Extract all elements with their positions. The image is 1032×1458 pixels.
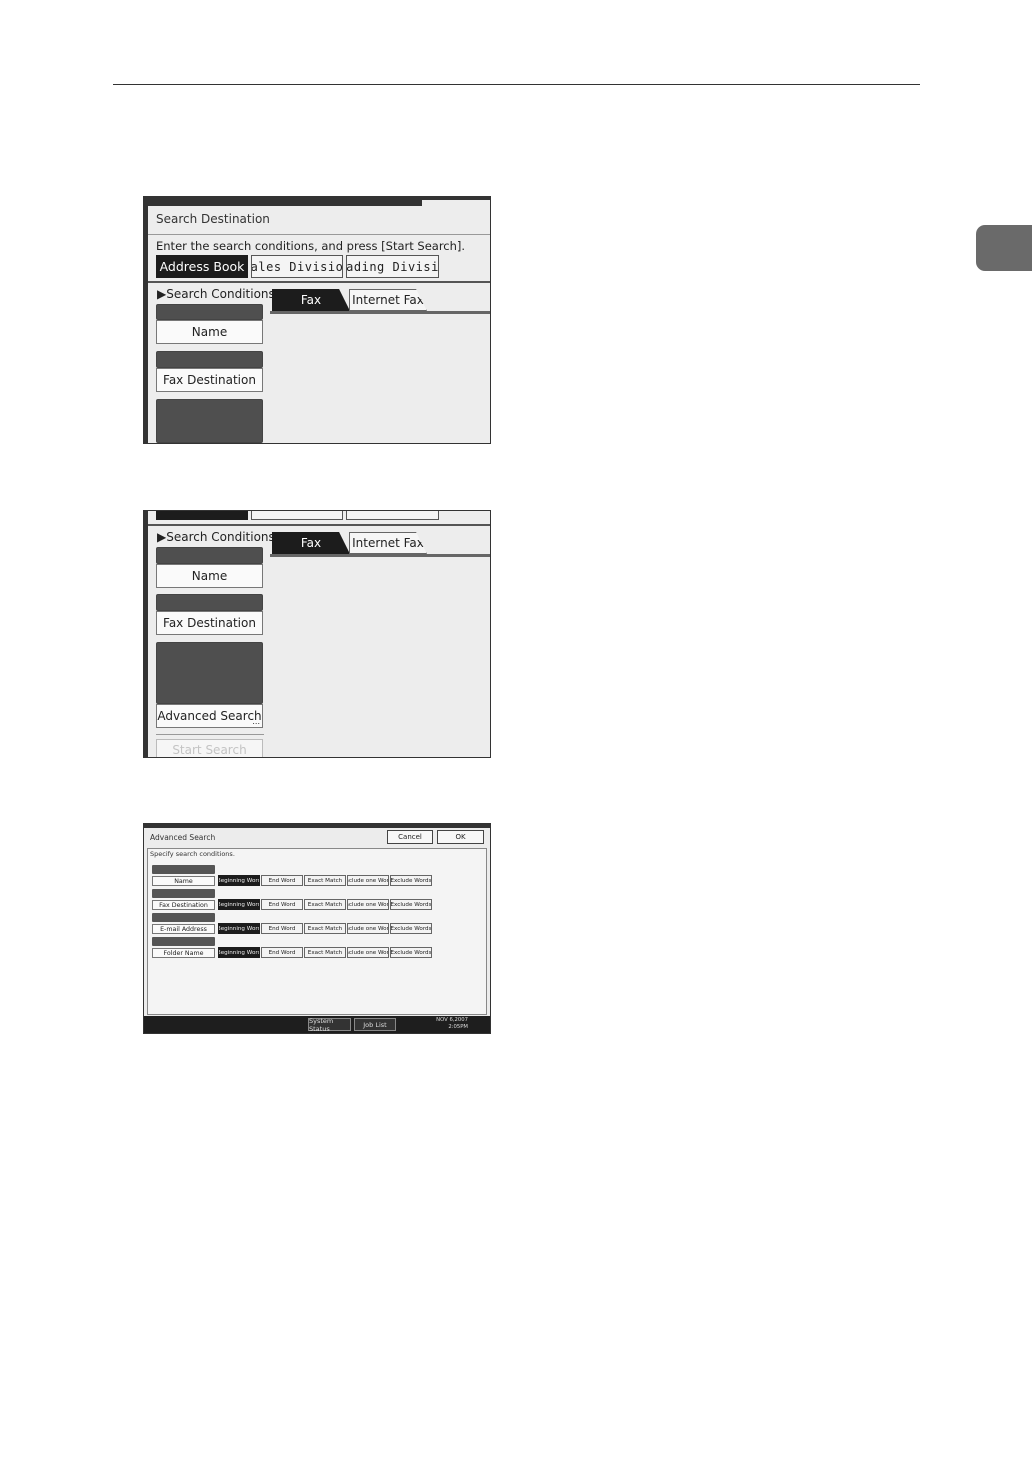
option-beginning-word[interactable]: Beginning Word [218,875,260,886]
search-destination-screen: Search Destination Enter the search cond… [143,196,491,444]
tab-internet-fax[interactable]: Internet Fax [349,532,427,554]
cancel-button[interactable]: Cancel [387,830,433,844]
option-include-one-word[interactable]: Include one Word [347,947,389,958]
fax-destination-value-box [156,594,263,611]
clock-date: NOV 6,2007 [436,1017,468,1023]
group-sales-division[interactable]: Sales Division [251,255,343,278]
advanced-search-box [156,642,263,704]
option-exact-match[interactable]: Exact Match [304,899,346,910]
option-beginning-word[interactable]: Beginning Word [218,947,260,958]
option-beginning-word[interactable]: Beginning Word [218,923,260,934]
ok-button[interactable]: OK [437,830,484,844]
advanced-search-title: Advanced Search [150,833,216,842]
search-conditions-label: ▶Search Conditions [157,287,275,301]
system-status-button[interactable]: System Status [308,1017,351,1033]
option-include-one-word[interactable]: Include one Word [347,875,389,886]
option-end-word[interactable]: End Word [261,875,303,886]
screen-top-bar [144,197,490,206]
header-rule [113,84,920,85]
group-address-book[interactable] [156,511,248,520]
fax-destination-button[interactable]: Fax Destination [156,368,263,392]
status-bar: System Status Job List NOV 6,2007 2:05PM [144,1016,490,1033]
job-list-button[interactable]: Job List [354,1018,396,1031]
advanced-search-box [156,399,263,443]
adv-field-name[interactable]: Name [152,876,215,886]
option-end-word[interactable]: End Word [261,923,303,934]
search-destination-scrolled-screen: ▶Search Conditions Name Fax Destination … [143,510,491,758]
option-exclude-words[interactable]: Exclude Words [390,947,432,958]
name-value-box [156,547,263,564]
option-exclude-words[interactable]: Exclude Words [390,923,432,934]
clock-time: 2:05PM [448,1023,468,1030]
tab-internet-fax[interactable]: Internet Fax [349,289,427,311]
option-include-one-word[interactable]: Include one Word [347,923,389,934]
option-end-word[interactable]: End Word [261,899,303,910]
advanced-search-button[interactable]: Advanced Search... [156,704,263,728]
adv-field-email-address[interactable]: E-mail Address [152,924,215,934]
group-address-book[interactable]: Address Book [156,255,248,278]
clock: NOV 6,2007 2:05PM [436,1017,468,1030]
adv-field-folder-name[interactable]: Folder Name [152,948,215,958]
search-conditions-label: ▶Search Conditions [157,530,275,544]
option-exclude-words[interactable]: Exclude Words [390,875,432,886]
tab-fax[interactable]: Fax [272,289,350,311]
advanced-search-instruction: Specify search conditions. [150,850,235,858]
option-exclude-words[interactable]: Exclude Words [390,899,432,910]
name-button[interactable]: Name [156,564,263,588]
instruction-text: Enter the search conditions, and press [… [156,239,466,253]
start-search-button[interactable]: Start Search [156,739,263,757]
fax-destination-value-box [156,351,263,368]
option-include-one-word[interactable]: Include one Word [347,899,389,910]
name-button[interactable]: Name [156,320,263,344]
screen-title: Search Destination [156,212,270,226]
option-exact-match[interactable]: Exact Match [304,947,346,958]
option-exact-match[interactable]: Exact Match [304,875,346,886]
tab-fax[interactable]: Fax [272,532,350,554]
option-beginning-word[interactable]: Beginning Word [218,899,260,910]
option-exact-match[interactable]: Exact Match [304,923,346,934]
name-value-box [156,304,263,320]
group-trading-division[interactable] [346,511,439,520]
fax-destination-button[interactable]: Fax Destination [156,611,263,635]
chapter-tab [976,225,1032,271]
option-end-word[interactable]: End Word [261,947,303,958]
adv-field-fax-destination[interactable]: Fax Destination [152,900,215,910]
group-sales-division[interactable] [251,511,343,520]
group-trading-division[interactable]: Trading Divisi.. [346,255,439,278]
advanced-search-screen: Advanced Search Cancel OK Specify search… [143,823,491,1034]
